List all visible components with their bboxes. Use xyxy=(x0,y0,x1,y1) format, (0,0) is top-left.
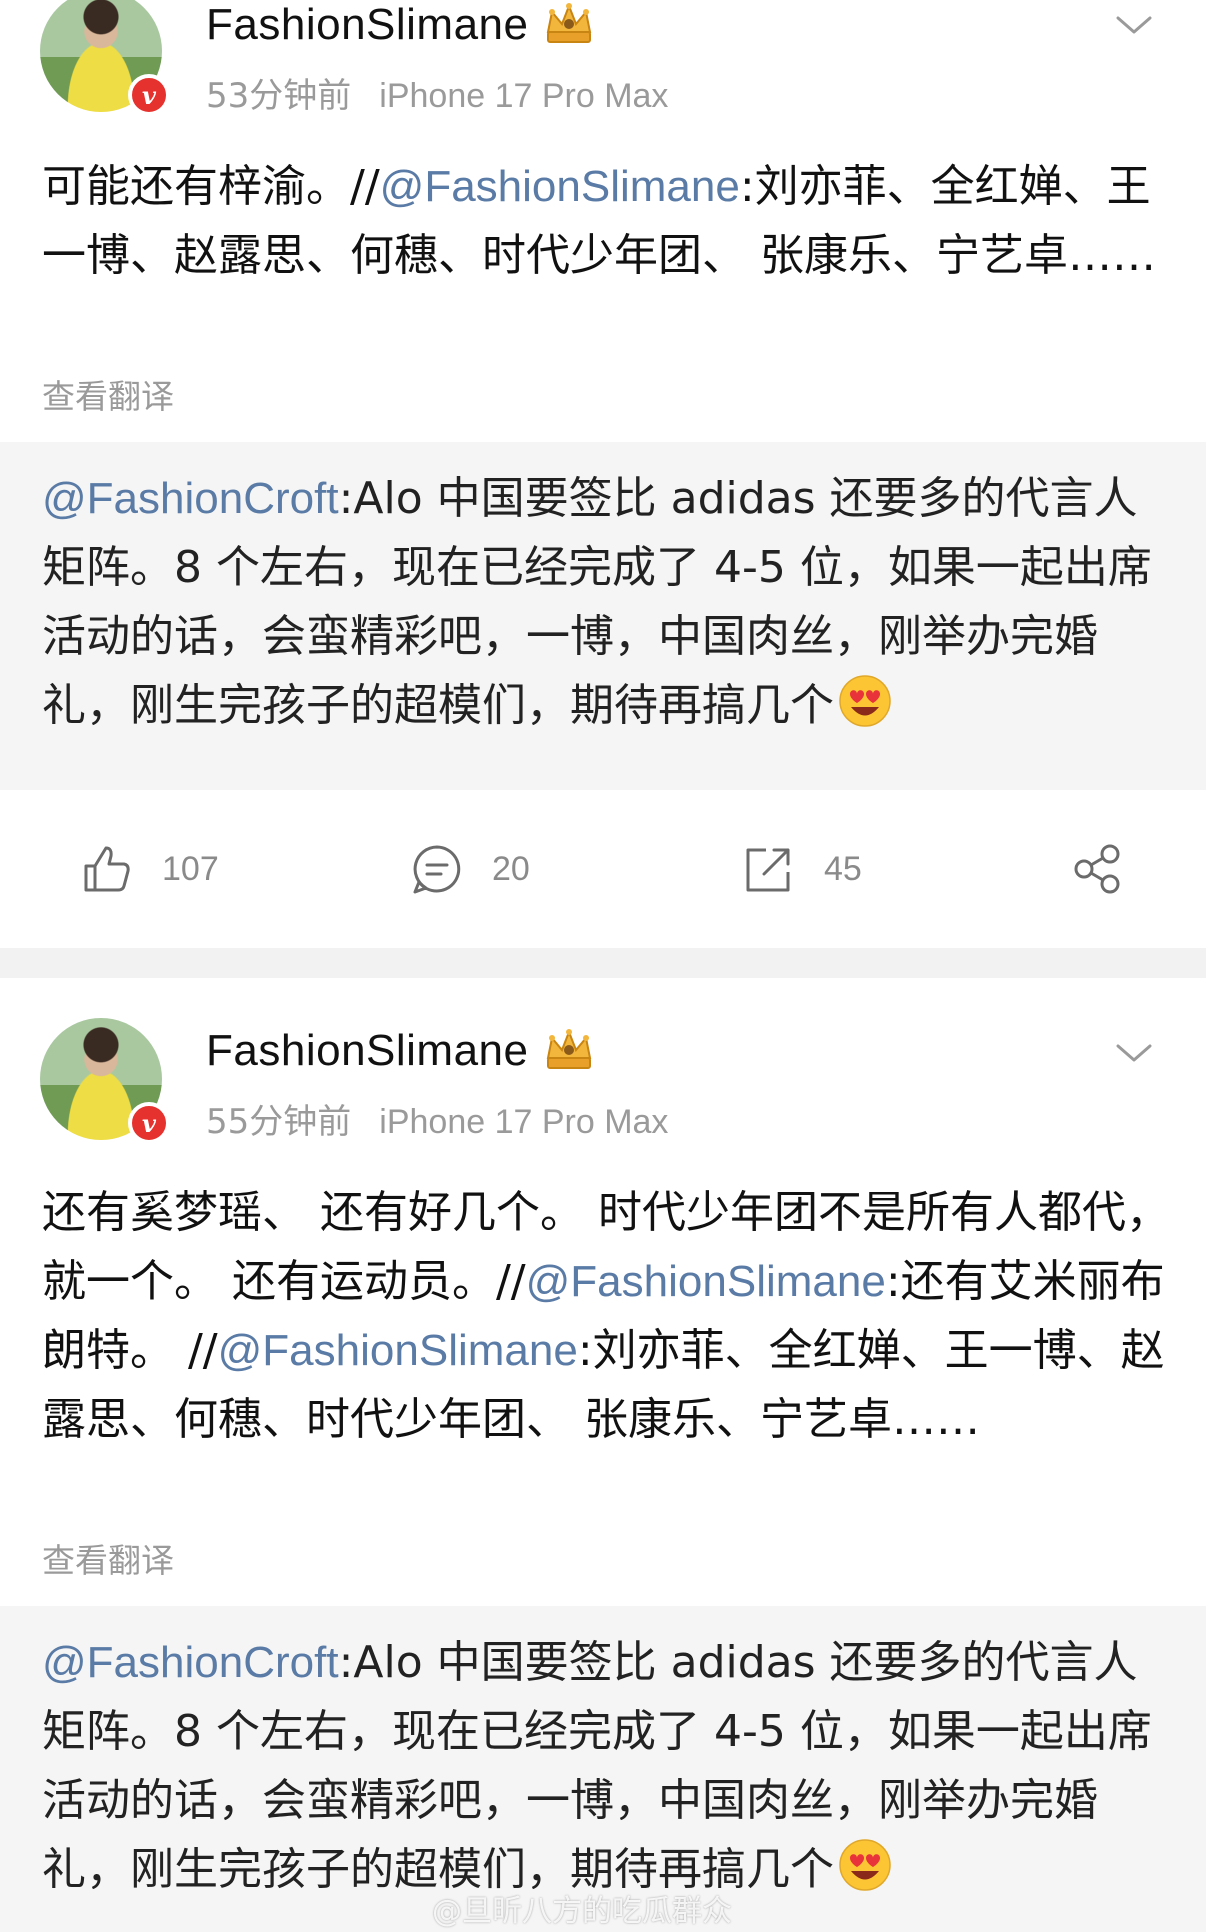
heart-eyes-emoji xyxy=(839,675,891,727)
mention-link[interactable]: @FashionSlimane xyxy=(218,1326,578,1375)
post-meta: 55分钟前 iPhone 17 Pro Max xyxy=(206,1094,668,1143)
repost-button[interactable]: 45 xyxy=(742,790,862,948)
post-card: v FashionSlimane 53分钟前 iPhone 17 Pro Max … xyxy=(0,0,1206,948)
watermark: @旦昕八方的吃瓜群众 xyxy=(432,1894,732,1929)
repost-box[interactable]: @FashionCroft:Alo 中国要签比 adidas 还要多的代言人矩阵… xyxy=(0,442,1206,790)
post-card: v FashionSlimane 55分钟前 iPhone 17 Pro Max … xyxy=(0,978,1206,1932)
post-body: 还有奚梦瑶、 还有好几个。 时代少年团不是所有人都代， 就一个。 还有运动员。/… xyxy=(42,1178,1172,1454)
like-button[interactable]: 107 xyxy=(80,790,219,948)
repost-count: 45 xyxy=(824,849,862,888)
comment-icon xyxy=(413,845,461,894)
like-count: 107 xyxy=(162,849,219,888)
post-device: iPhone 17 Pro Max xyxy=(379,1103,669,1141)
post-time: 55分钟前 xyxy=(206,1102,352,1142)
comment-button[interactable]: 20 xyxy=(410,790,530,948)
post-meta: 53分钟前 iPhone 17 Pro Max xyxy=(206,68,668,117)
crown-icon xyxy=(546,1029,592,1069)
heart-eyes-emoji xyxy=(839,1839,891,1891)
post-device: iPhone 17 Pro Max xyxy=(379,77,669,115)
repost-icon xyxy=(746,848,790,892)
avatar[interactable]: v xyxy=(40,1018,170,1144)
chevron-down-icon[interactable] xyxy=(1114,1040,1154,1066)
chevron-down-icon[interactable] xyxy=(1114,12,1154,38)
share-icon xyxy=(1074,844,1120,894)
repost-body: @FashionCroft:Alo 中国要签比 adidas 还要多的代言人矩阵… xyxy=(42,1628,1172,1904)
comment-count: 20 xyxy=(492,849,530,888)
like-icon xyxy=(84,846,130,892)
share-button[interactable] xyxy=(1070,790,1124,948)
mention-link[interactable]: @FashionCroft xyxy=(42,1638,339,1687)
username[interactable]: FashionSlimane xyxy=(206,0,529,50)
mention-link[interactable]: @FashionCroft xyxy=(42,474,339,523)
translate-link[interactable]: 查看翻译 xyxy=(42,1534,174,1582)
translate-link[interactable]: 查看翻译 xyxy=(42,370,174,418)
crown-icon xyxy=(546,3,592,43)
avatar[interactable]: v xyxy=(40,0,170,116)
verified-badge-icon: v xyxy=(128,74,170,116)
post-time: 53分钟前 xyxy=(206,76,352,116)
feed-separator xyxy=(0,948,1206,978)
mention-link[interactable]: @FashionSlimane xyxy=(380,162,740,211)
post-text-segment: 可能还有梓渝。// xyxy=(42,161,380,212)
mention-link[interactable]: @FashionSlimane xyxy=(526,1257,886,1306)
username[interactable]: FashionSlimane xyxy=(206,1026,529,1076)
repost-body: @FashionCroft:Alo 中国要签比 adidas 还要多的代言人矩阵… xyxy=(42,464,1172,740)
repost-box[interactable]: @FashionCroft:Alo 中国要签比 adidas 还要多的代言人矩阵… xyxy=(0,1606,1206,1932)
post-body: 可能还有梓渝。//@FashionSlimane:刘亦菲、全红婵、王一博、赵露思… xyxy=(42,152,1172,290)
action-bar: 107 20 45 xyxy=(0,790,1206,948)
verified-badge-icon: v xyxy=(128,1102,170,1144)
